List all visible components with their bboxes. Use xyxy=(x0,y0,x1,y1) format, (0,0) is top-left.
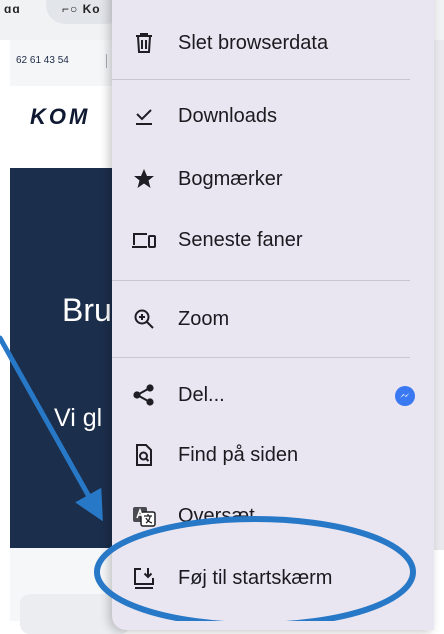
menu-item-bookmarks[interactable]: Bogmærker xyxy=(112,151,434,209)
menu-item-clear-browsing-data[interactable]: Slet browserdata xyxy=(112,15,434,73)
menu-item-label: Oversæt... xyxy=(178,505,272,527)
messenger-icon[interactable] xyxy=(395,386,415,406)
tab-switcher-glyph[interactable]: ɑɑ xyxy=(4,2,21,16)
zoom-icon xyxy=(130,305,158,333)
share-icon xyxy=(130,381,158,409)
menu-item-zoom[interactable]: Zoom xyxy=(112,291,434,349)
tab-title-fragment: ⌐○ Ko xyxy=(62,2,101,16)
left-edge xyxy=(0,40,10,621)
contact-separator xyxy=(106,54,107,68)
hero-title: Bru xyxy=(62,292,112,328)
site-logo[interactable]: KOM xyxy=(30,104,90,130)
overflow-menu: Slet browserdata Downloads Bogmærker Sen… xyxy=(112,0,434,630)
download-check-icon xyxy=(130,102,158,130)
menu-item-label: Seneste faner xyxy=(178,229,303,251)
menu-item-add-to-home-screen[interactable]: Føj til startskærm xyxy=(112,550,434,608)
right-edge xyxy=(434,40,444,550)
devices-icon xyxy=(130,226,158,254)
star-icon xyxy=(130,165,158,193)
menu-item-share[interactable]: Del... xyxy=(112,367,434,425)
menu-item-recent-tabs[interactable]: Seneste faner xyxy=(112,212,434,270)
menu-divider xyxy=(112,280,410,281)
menu-divider xyxy=(112,79,410,80)
hero-subtitle: Vi gl xyxy=(54,404,103,432)
menu-item-label: Del... xyxy=(178,384,225,406)
menu-divider xyxy=(112,357,410,358)
menu-item-label: Downloads xyxy=(178,105,277,127)
menu-item-translate[interactable]: Oversæt... xyxy=(112,488,434,546)
phone-number[interactable]: 62 61 43 54 xyxy=(16,55,69,66)
menu-item-label: Find på siden xyxy=(178,444,299,466)
menu-item-label: Slet browserdata xyxy=(178,32,329,54)
add-to-home-icon xyxy=(130,564,158,592)
menu-item-label: Føj til startskærm xyxy=(178,567,333,589)
translate-icon xyxy=(130,502,158,530)
find-in-page-icon xyxy=(130,441,158,469)
menu-item-label: Zoom xyxy=(178,308,230,330)
menu-item-label: Bogmærker xyxy=(178,168,283,190)
menu-item-find-in-page[interactable]: Find på siden xyxy=(112,427,434,485)
trash-icon xyxy=(130,29,158,57)
hero-section xyxy=(10,168,120,548)
menu-item-downloads[interactable]: Downloads xyxy=(112,88,434,146)
